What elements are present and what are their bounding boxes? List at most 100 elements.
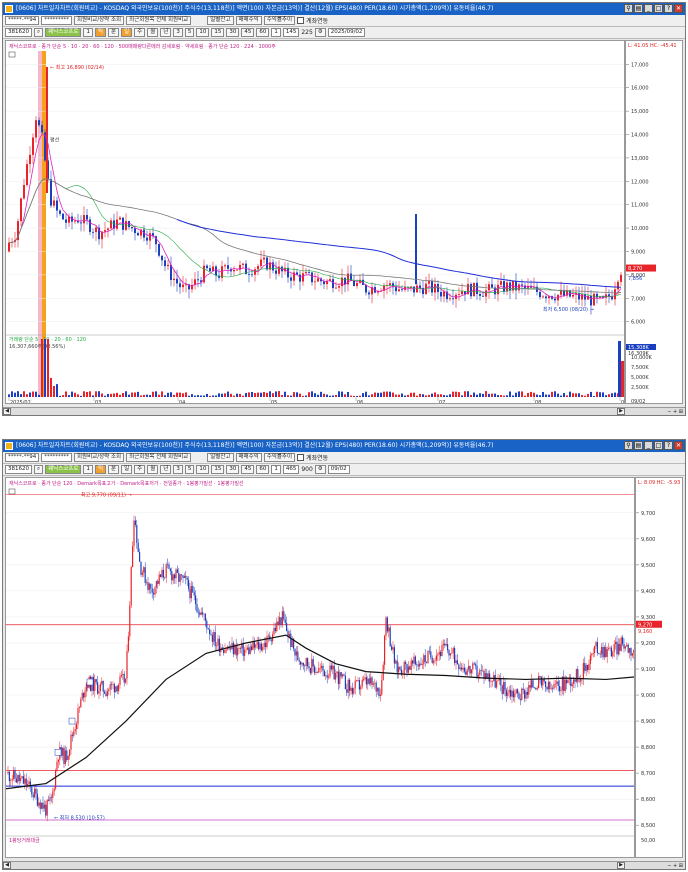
password-input[interactable]: ********* <box>41 16 72 25</box>
chart-settings-icon[interactable]: ⚙ <box>314 28 326 37</box>
search-icon[interactable]: ⌕ <box>34 28 44 37</box>
minute-45[interactable]: 45 <box>241 465 255 474</box>
recent-button[interactable]: 최근회원목 전체 회원비교 <box>126 453 192 462</box>
profit-trend-button[interactable]: 수익률추이 <box>263 453 296 462</box>
minute-15[interactable]: 15 <box>211 465 225 474</box>
maximize-icon[interactable]: □ <box>654 4 663 13</box>
minute-10[interactable]: 10 <box>196 28 210 37</box>
print-icon[interactable]: ▤ <box>634 441 643 450</box>
scroll-left-icon[interactable]: ◀ <box>3 408 11 415</box>
candle-body <box>626 644 628 647</box>
period-month[interactable]: 월 <box>147 465 159 474</box>
count-input[interactable]: 145 <box>282 28 300 37</box>
recent-button[interactable]: 최근회원목 전체 회원비교 <box>126 16 192 25</box>
title-bar: [0606] 차트일자차트(회원비교) - KOSDAQ 외국인보유(100천)… <box>3 3 685 15</box>
minute-3[interactable]: 3 <box>173 28 183 37</box>
minimize-icon[interactable]: _ <box>644 441 653 450</box>
unit-input[interactable]: 1 <box>271 28 281 37</box>
period-1[interactable]: 1 <box>83 465 93 474</box>
link-icon[interactable]: ⚲ <box>624 4 633 13</box>
volume-bar <box>515 392 517 397</box>
maximize-icon[interactable]: □ <box>654 441 663 450</box>
minute-3[interactable]: 3 <box>173 465 183 474</box>
zoom-controls[interactable]: − + ⊞ <box>667 863 683 869</box>
minimize-icon[interactable]: _ <box>644 4 653 13</box>
close-icon[interactable]: ✕ <box>674 441 683 450</box>
period-tick[interactable]: 틱 <box>94 465 107 474</box>
stock-name-button[interactable]: 웨닉스코프로 <box>45 28 82 37</box>
period-1[interactable]: 1 <box>83 28 93 37</box>
minute-15[interactable]: 15 <box>211 28 225 37</box>
minute-45[interactable]: 45 <box>241 28 255 37</box>
scroll-right-icon[interactable]: ▶ <box>617 862 625 869</box>
unit-input[interactable]: 1 <box>271 465 281 474</box>
minute-60[interactable]: 60 <box>256 465 270 474</box>
daily-chart-svg[interactable]: 재닉스코프로 · 종가 단순 5 · 10 · 20 · 60 · 120 · … <box>6 41 625 404</box>
trade-profit-button[interactable]: 매매수익 <box>235 453 262 462</box>
minute-scrollbar[interactable]: ◀ ▶ − + ⊞ <box>3 861 685 869</box>
minute-chart-svg[interactable]: 재닉스코프로 · 종가 단순 120 · Demark목표고가 · Demark… <box>6 478 635 858</box>
close-icon[interactable]: ✕ <box>674 4 683 13</box>
period-tick[interactable]: 틱 <box>94 28 107 37</box>
minute-30[interactable]: 30 <box>226 465 240 474</box>
daily-balance-button[interactable]: 일별잔고 <box>207 16 234 25</box>
minute-10[interactable]: 10 <box>196 465 210 474</box>
period-day[interactable]: 일 <box>121 465 133 474</box>
volume-bar <box>224 393 226 397</box>
count-input[interactable]: 465 <box>282 465 300 474</box>
query-button[interactable]: 회원비교/상략 조회 <box>73 16 125 25</box>
period-day[interactable]: 일 <box>121 28 133 37</box>
candle-body <box>130 567 132 606</box>
minute-5[interactable]: 5 <box>184 465 195 474</box>
stock-name-button[interactable]: 웨닉스코프로 <box>45 465 82 474</box>
period-year[interactable]: 년 <box>160 28 172 37</box>
period-year[interactable]: 년 <box>160 465 172 474</box>
link-icon[interactable]: ⚲ <box>624 441 633 450</box>
period-minute[interactable]: 분 <box>108 465 120 474</box>
volume-bar <box>482 393 484 397</box>
candle-body <box>538 676 540 689</box>
zoom-controls[interactable]: − + ⊞ <box>667 409 683 415</box>
candle-body <box>179 283 181 288</box>
volume-bar <box>389 391 391 397</box>
account-link-checkbox[interactable] <box>297 17 305 24</box>
chart-settings-icon[interactable]: ⚙ <box>314 465 326 474</box>
minute-60[interactable]: 60 <box>256 28 270 37</box>
period-week[interactable]: 주 <box>134 28 146 37</box>
legend-toggle-icon <box>8 488 16 495</box>
minute-price-axis[interactable]: L: 8.09 HC: -5.93 9,700 9,600 9,500 9,400 9,3… <box>635 477 683 858</box>
stock-code-input[interactable]: 381620 <box>5 465 32 474</box>
account-link-checkbox[interactable] <box>297 454 305 461</box>
help-icon[interactable]: ? <box>664 4 673 13</box>
minute-5[interactable]: 5 <box>184 28 195 37</box>
daily-balance-button[interactable]: 일별잔고 <box>207 453 234 462</box>
candle-body <box>377 687 379 692</box>
daily-scrollbar[interactable]: ◀ ▶ − + ⊞ <box>3 407 685 415</box>
account-input[interactable]: *****-**94 <box>5 453 40 462</box>
period-month[interactable]: 월 <box>147 28 159 37</box>
trade-profit-button[interactable]: 매매수익 <box>235 16 262 25</box>
period-week[interactable]: 주 <box>134 465 146 474</box>
candle-body <box>262 647 264 651</box>
minute-chart-area[interactable]: 재닉스코프로 · 종가 단순 120 · Demark목표고가 · Demark… <box>5 477 635 858</box>
scroll-left-icon[interactable]: ◀ <box>3 862 11 869</box>
print-icon[interactable]: ▤ <box>634 4 643 13</box>
period-minute[interactable]: 분 <box>108 28 120 37</box>
daily-price-axis[interactable]: L: 41.05 HC: -45.41 17,000 16,000 15,000 14,… <box>625 40 683 405</box>
password-input[interactable]: ********* <box>41 453 72 462</box>
date-input[interactable]: 09/02 <box>327 465 350 474</box>
volume-bar <box>161 391 163 397</box>
help-icon[interactable]: ? <box>664 441 673 450</box>
scroll-right-icon[interactable]: ▶ <box>617 408 625 415</box>
minute-30[interactable]: 30 <box>226 28 240 37</box>
candle-body <box>454 648 456 664</box>
stock-code-input[interactable]: 381620 <box>5 28 32 37</box>
profit-trend-button[interactable]: 수익률추이 <box>263 16 296 25</box>
query-button[interactable]: 회원비교/상략 조회 <box>73 453 125 462</box>
daily-chart-area[interactable]: 재닉스코프로 · 종가 단순 5 · 10 · 20 · 60 · 120 · … <box>5 40 625 404</box>
account-input[interactable]: *****-**94 <box>5 16 40 25</box>
volume-bar <box>446 395 448 397</box>
search-icon[interactable]: ⌕ <box>34 465 44 474</box>
candle-body <box>514 693 516 698</box>
date-input[interactable]: 2025/09/02 <box>327 28 366 37</box>
